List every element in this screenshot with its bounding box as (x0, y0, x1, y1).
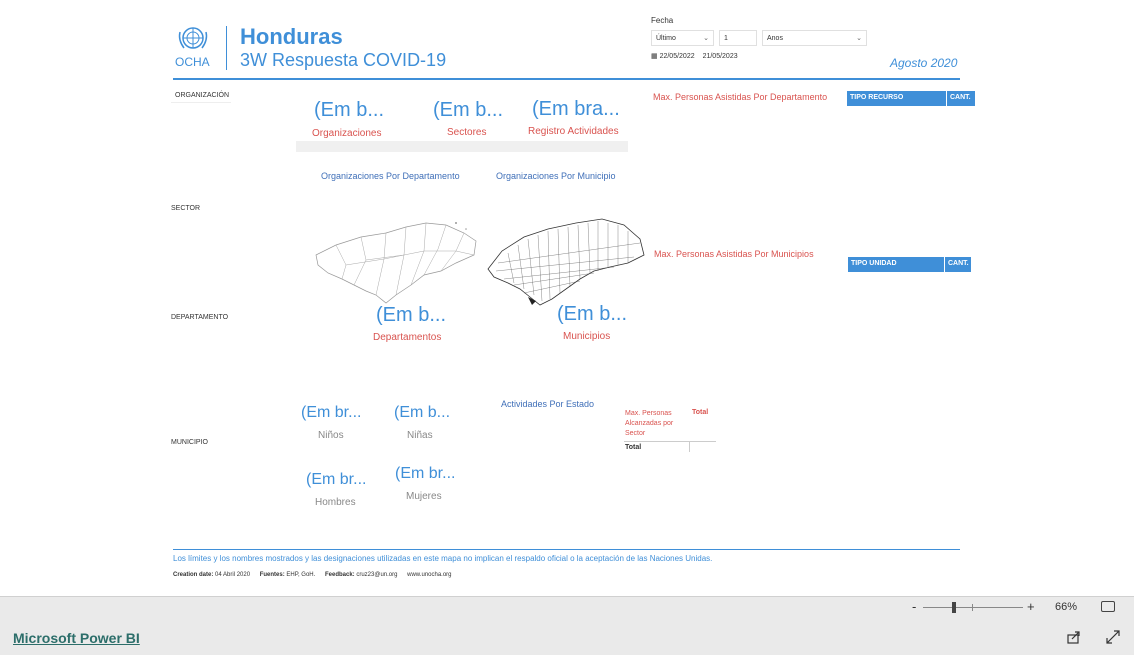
creation-label: Creation date: (173, 572, 214, 578)
zoom-slider-midmark (972, 604, 973, 611)
kpi-hombres-label: Hombres (315, 497, 356, 508)
kpi-ninos-label: Niños (318, 430, 344, 441)
date-range-end: 21/05/2023 (702, 53, 738, 60)
max-personas-departamento-title: Max. Personas Asistidas Por Departamento (653, 92, 828, 102)
header-rule (173, 78, 960, 80)
kpi-sectores-label: Sectores (447, 127, 487, 138)
sector-matrix-header-metric: Max. Personas Alcanzadas por Sector (625, 410, 674, 437)
feedback-value: cruz23@un.org (356, 572, 398, 578)
report-date: Agosto 2020 (890, 56, 958, 70)
feedback-label: Feedback: (324, 572, 355, 578)
kpi-registro-value[interactable]: (Em bra... (532, 98, 620, 121)
sector-matrix-col-divider (689, 442, 690, 452)
date-filter-label: Fecha (651, 16, 674, 25)
kpi-ninos-value[interactable]: (Em br... (301, 404, 361, 422)
zoom-slider-handle[interactable] (952, 602, 956, 613)
footer-disclaimer: Los límites y los nombres mostrados y la… (173, 554, 713, 563)
un-emblem-icon (176, 24, 210, 54)
page-title: Honduras (240, 24, 343, 49)
date-range: ▦ 22/05/2022 21/05/2023 (651, 52, 738, 60)
sector-matrix[interactable]: Max. Personas Alcanzadas por Sector Tota… (624, 408, 716, 454)
fullscreen-icon[interactable] (1106, 630, 1120, 644)
creation-value: 04 Abril 2020 (215, 572, 251, 578)
kpi-sectores-value[interactable]: (Em b... (433, 99, 503, 122)
slicer-departamento[interactable]: DEPARTAMENTO (171, 314, 228, 321)
slicer-municipio[interactable]: MUNICIPIO (171, 439, 208, 446)
microsoft-power-bi-link[interactable]: Microsoft Power BI (13, 630, 140, 646)
actividades-por-estado-title: Actividades Por Estado (501, 399, 595, 409)
kpi-band (296, 141, 628, 152)
date-mode-dropdown[interactable]: Último ⌄ (651, 30, 714, 46)
kpi-hombres-value[interactable]: (Em br... (306, 471, 366, 489)
cant-column: CANT. (946, 91, 974, 106)
kpi-ninas-label: Niñas (407, 430, 433, 441)
org-por-departamento-title: Organizaciones Por Departamento (321, 171, 460, 181)
fuentes-label: Fuentes: (259, 572, 285, 578)
kpi-organizaciones-value[interactable]: (Em b... (314, 99, 384, 122)
page-subtitle: 3W Respuesta COVID-19 (240, 50, 447, 70)
slicer-organizacion[interactable]: ORGANIZACIÓN (171, 89, 231, 103)
tipo-unidad-table-header[interactable]: TIPO UNIDAD CANT. (848, 257, 971, 272)
kpi-registro-label: Registro Actividades (528, 126, 619, 137)
tipo-recurso-table-header[interactable]: TIPO RECURSO CANT. (847, 91, 975, 106)
kpi-organizaciones-label: Organizaciones (312, 128, 382, 139)
cant-column: CANT. (944, 257, 972, 272)
kpi-municipios-label: Municipios (563, 331, 611, 342)
report-canvas: OCHA Honduras 3W Respuesta COVID-19 Agos… (0, 0, 1134, 596)
footer-meta: Creation date: 04 Abril 2020 Fuentes: EH… (173, 572, 452, 578)
zoom-bar: - + 66% (0, 596, 1134, 618)
kpi-mujeres-label: Mujeres (406, 491, 442, 502)
fuentes-value: EHP, GoH. (286, 572, 316, 578)
chevron-down-icon: ⌄ (703, 35, 709, 42)
bottom-bar: Microsoft Power BI (0, 618, 1134, 655)
ocha-logo-text: OCHA (175, 55, 210, 69)
date-count-input[interactable]: 1 (719, 30, 757, 46)
date-count-value: 1 (724, 35, 728, 42)
map-departamentos[interactable] (306, 215, 482, 309)
sector-matrix-total-row: Total (625, 444, 642, 451)
date-mode-value: Último (656, 35, 676, 42)
zoom-percent: 66% (1055, 601, 1078, 613)
header-divider (226, 26, 227, 70)
sector-matrix-rule (624, 441, 716, 442)
kpi-ninas-value[interactable]: (Em b... (394, 404, 450, 422)
date-range-start: 22/05/2022 (659, 53, 695, 60)
chevron-down-icon: ⌄ (856, 35, 862, 42)
map-municipios[interactable] (484, 213, 648, 311)
date-unit-value: Anos (767, 35, 783, 42)
date-unit-dropdown[interactable]: Anos ⌄ (762, 30, 867, 46)
sector-matrix-header-total: Total (692, 409, 709, 416)
website-link[interactable]: www.unocha.org (407, 572, 451, 578)
zoom-slider-track[interactable] (923, 607, 1023, 608)
org-por-municipio-title: Organizaciones Por Municipio (496, 171, 616, 181)
zoom-out-button[interactable]: - (912, 599, 916, 614)
kpi-departamentos-value[interactable]: (Em b... (376, 304, 446, 327)
calendar-icon: ▦ (651, 53, 658, 60)
fit-to-page-icon[interactable] (1101, 601, 1115, 612)
max-personas-municipios-title: Max. Personas Asistidas Por Municipios (654, 249, 814, 259)
tipo-unidad-column: TIPO UNIDAD (851, 260, 897, 267)
tipo-recurso-column: TIPO RECURSO (850, 94, 904, 101)
slicer-sector[interactable]: SECTOR (171, 205, 200, 212)
footer-rule (173, 549, 960, 550)
kpi-departamentos-label: Departamentos (373, 332, 442, 343)
share-icon[interactable] (1067, 630, 1081, 644)
kpi-municipios-value[interactable]: (Em b... (557, 303, 627, 326)
kpi-mujeres-value[interactable]: (Em br... (395, 465, 455, 483)
zoom-in-button[interactable]: + (1027, 599, 1035, 614)
